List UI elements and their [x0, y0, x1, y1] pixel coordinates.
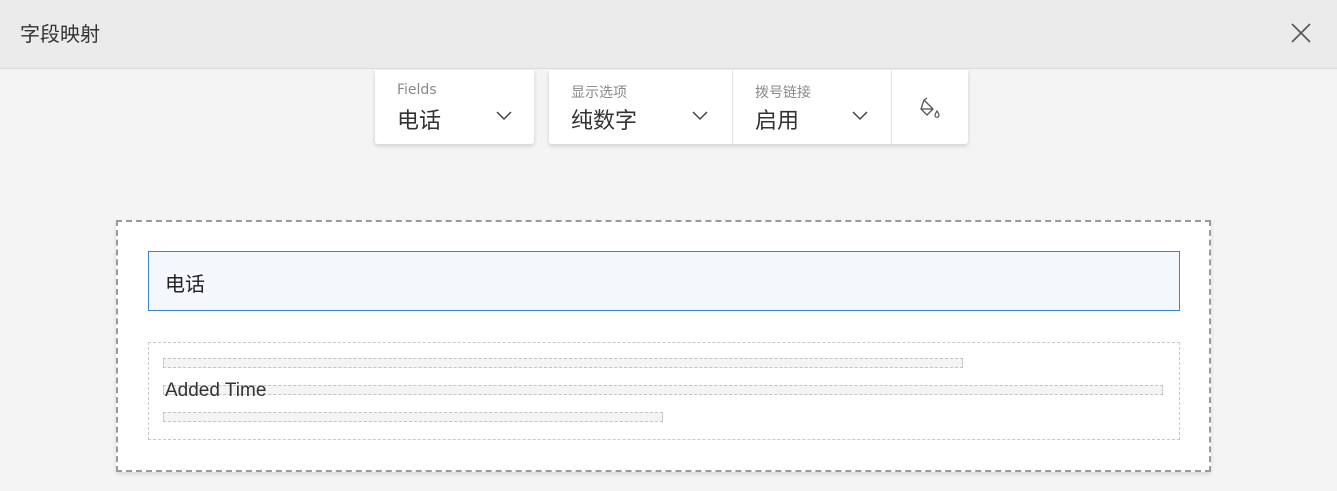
- placeholder-line: [163, 358, 963, 368]
- chevron-down-icon: [495, 108, 513, 122]
- selected-field-text: 电话: [165, 272, 205, 296]
- close-button[interactable]: [1286, 18, 1316, 48]
- dial-link-select[interactable]: 拨号链接 启用: [733, 70, 891, 144]
- dialog-title: 字段映射: [20, 22, 100, 46]
- options-toolbar: 显示选项 纯数字 拨号链接 启用: [549, 70, 968, 144]
- chevron-down-icon: [691, 108, 709, 122]
- layout-canvas: 电话 Added Time: [116, 220, 1211, 472]
- display-option-label: 显示选项: [571, 85, 627, 101]
- added-time-label: Added Time: [165, 380, 267, 401]
- fields-label: Fields: [397, 82, 437, 98]
- placeholder-line: [163, 385, 1163, 395]
- placeholder-line: [163, 412, 663, 422]
- dial-link-label: 拨号链接: [755, 85, 811, 101]
- paint-bucket-icon: [920, 97, 940, 118]
- field-placeholder-area[interactable]: Added Time: [148, 342, 1180, 440]
- chevron-down-icon: [851, 108, 869, 122]
- close-icon: [1291, 23, 1311, 43]
- display-option-select[interactable]: 显示选项 纯数字: [549, 70, 732, 144]
- fields-select[interactable]: Fields 电话: [375, 70, 534, 144]
- fields-value: 电话: [397, 109, 442, 134]
- display-option-value: 纯数字: [571, 109, 638, 134]
- dial-link-value: 启用: [755, 109, 800, 134]
- dialog-header: 字段映射: [0, 0, 1337, 69]
- style-button[interactable]: [892, 70, 968, 144]
- selected-field[interactable]: 电话: [148, 251, 1180, 311]
- fields-dropdown[interactable]: Fields 电话: [375, 70, 534, 144]
